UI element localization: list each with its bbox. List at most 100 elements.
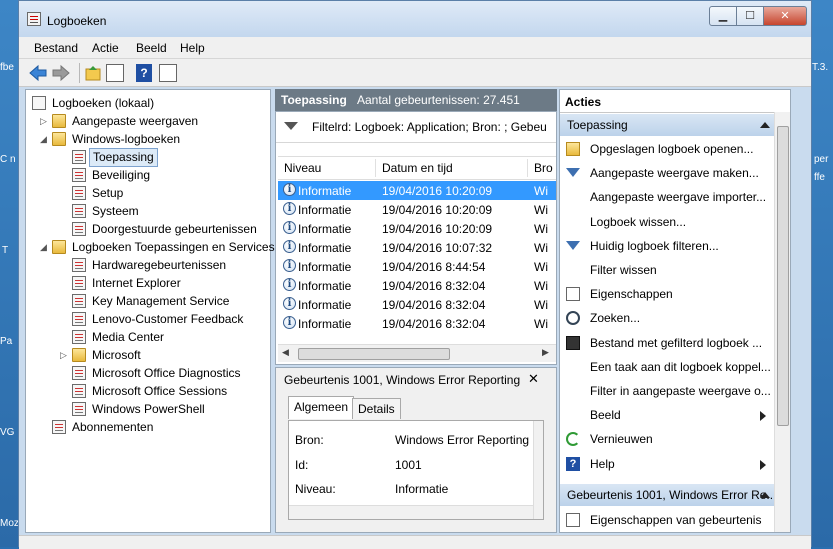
- event-grid: Niveau Datum en tijd Bro i Informatie 19/0…: [278, 156, 556, 337]
- action-item[interactable]: Aangepaste weergave maken...: [560, 162, 774, 184]
- title-bar[interactable]: Logboeken ▁ ☐ ✕: [19, 1, 811, 37]
- column-divider[interactable]: [375, 159, 376, 177]
- action-item[interactable]: Filter wissen: [560, 259, 774, 281]
- scroll-left-icon[interactable]: ◀: [282, 347, 289, 358]
- scroll-right-icon[interactable]: ▶: [542, 347, 549, 358]
- actions-section-event[interactable]: Gebeurtenis 1001, Windows Error Re...: [560, 484, 777, 506]
- cell-source: Wi: [534, 241, 548, 255]
- action-item[interactable]: Opgeslagen logboek openen...: [560, 138, 774, 160]
- collapse-icon[interactable]: [760, 122, 770, 128]
- filter-description: Filtelrd: Logboek: Application; Bron: ; …: [312, 120, 547, 134]
- action-item[interactable]: Eigenschappen: [560, 283, 774, 305]
- action-item[interactable]: Een taak aan dit logboek koppel...: [560, 356, 774, 378]
- action-item[interactable]: Zoeken...: [560, 307, 774, 329]
- actions-pane: Acties Toepassing Opgeslagen logboek ope…: [559, 89, 791, 533]
- detail-horizontal-scrollbar[interactable]: [289, 505, 533, 519]
- filter-icon: [566, 240, 580, 255]
- detail-general: Bron: Windows Error Reporting Id: 1001 N…: [288, 420, 544, 520]
- action-item[interactable]: Beeld: [560, 404, 774, 426]
- cell-level: Informatie: [298, 298, 352, 312]
- collapse-icon[interactable]: [760, 492, 770, 498]
- up-folder-icon[interactable]: [85, 64, 101, 82]
- submenu-arrow-icon: [760, 411, 766, 422]
- show-hide-tree-icon[interactable]: [106, 64, 124, 82]
- scroll-thumb[interactable]: [298, 348, 450, 360]
- table-row[interactable]: i Informatie 19/04/2016 10:20:09 Wi: [278, 181, 556, 200]
- column-niveau[interactable]: Niveau: [284, 161, 321, 175]
- log-icon: [72, 312, 86, 326]
- column-datum[interactable]: Datum en tijd: [382, 161, 453, 175]
- close-button[interactable]: ✕: [763, 6, 807, 26]
- tree-item-label: Internet Explorer: [92, 276, 181, 290]
- scroll-thumb[interactable]: [777, 126, 789, 426]
- menu-actie[interactable]: Actie: [92, 41, 119, 55]
- find-icon: [566, 311, 580, 326]
- tree-item-label: Beveiliging: [92, 168, 151, 182]
- action-item[interactable]: Vernieuwen: [560, 428, 774, 450]
- log-icon: [72, 294, 86, 308]
- table-row[interactable]: i Informatie 19/04/2016 8:32:04 Wi: [278, 276, 556, 295]
- cell-level: Informatie: [298, 241, 352, 255]
- tree-item-label: Logboeken Toepassingen en Services: [72, 240, 275, 254]
- tree-item-label: Systeem: [92, 204, 139, 218]
- table-row[interactable]: i Informatie 19/04/2016 8:32:04 Wi: [278, 314, 556, 333]
- cell-source: Wi: [534, 317, 548, 331]
- action-item[interactable]: Huidig logboek filteren...: [560, 235, 774, 257]
- tree-item-label: Toepassing: [89, 148, 158, 167]
- forward-arrow-icon[interactable]: [52, 64, 70, 82]
- column-bron[interactable]: Bro: [534, 161, 553, 175]
- expanded-arrow-icon[interactable]: ◢: [40, 239, 47, 256]
- cell-level: Informatie: [298, 203, 352, 217]
- help-icon[interactable]: ?: [136, 64, 152, 82]
- open-icon: [566, 142, 580, 156]
- section-label: Toepassing: [567, 118, 628, 132]
- cell-source: Wi: [534, 203, 548, 217]
- action-item[interactable]: Logboek wissen...: [560, 211, 774, 233]
- action-item[interactable]: Eigenschappen van gebeurtenis: [560, 509, 774, 531]
- table-row[interactable]: i Informatie 19/04/2016 8:32:04 Wi: [278, 295, 556, 314]
- actions-vertical-scrollbar[interactable]: [774, 112, 790, 532]
- menu-bestand[interactable]: Bestand: [34, 41, 78, 55]
- cell-source: Wi: [534, 260, 548, 274]
- table-row[interactable]: i Informatie 19/04/2016 10:20:09 Wi: [278, 200, 556, 219]
- expanded-arrow-icon[interactable]: ◢: [40, 131, 47, 148]
- actions-section-toepassing[interactable]: Toepassing: [560, 114, 774, 136]
- action-item[interactable]: Filter in aangepaste weergave o...: [560, 380, 774, 402]
- menu-beeld[interactable]: Beeld: [136, 41, 167, 55]
- column-divider[interactable]: [527, 159, 528, 177]
- maximize-button[interactable]: ☐: [736, 6, 764, 26]
- action-item[interactable]: Aangepaste weergave importer...: [560, 186, 774, 208]
- desktop-label: per: [814, 154, 829, 165]
- help-icon: ?: [566, 456, 580, 471]
- detail-vertical-scrollbar[interactable]: [533, 421, 543, 519]
- detail-close-icon[interactable]: ✕: [528, 371, 539, 387]
- back-arrow-icon[interactable]: [29, 64, 47, 82]
- action-item[interactable]: ? Help: [560, 453, 774, 475]
- action-item[interactable]: Bestand met gefilterd logboek ...: [560, 332, 774, 354]
- log-icon: [72, 222, 86, 236]
- horizontal-scrollbar[interactable]: ◀ ▶: [278, 344, 556, 362]
- info-icon: i: [283, 316, 296, 329]
- tab-details[interactable]: Details: [352, 398, 401, 419]
- cell-level: Informatie: [298, 279, 352, 293]
- action-label: Vernieuwen: [590, 432, 653, 447]
- table-row[interactable]: i Informatie 19/04/2016 10:07:32 Wi: [278, 238, 556, 257]
- minimize-button[interactable]: ▁: [709, 6, 737, 26]
- toolbar: ?: [19, 59, 811, 87]
- event-detail-pane: Gebeurtenis 1001, Windows Error Reportin…: [275, 367, 557, 533]
- collapsed-arrow-icon[interactable]: ▷: [40, 113, 47, 130]
- tab-algemeen[interactable]: Algemeen: [288, 396, 355, 419]
- show-hide-actions-icon[interactable]: [159, 64, 177, 82]
- collapsed-arrow-icon[interactable]: ▷: [60, 347, 67, 364]
- table-row[interactable]: i Informatie 19/04/2016 10:20:09 Wi: [278, 219, 556, 238]
- log-icon: [72, 384, 86, 398]
- desktop-label: C n: [0, 154, 16, 165]
- log-icon: [72, 168, 86, 182]
- console-tree: Logboeken (lokaal) ▷ Aangepaste weergaven ◢…: [25, 89, 275, 533]
- menu-help[interactable]: Help: [180, 41, 205, 55]
- table-row[interactable]: i Informatie 19/04/2016 8:44:54 Wi: [278, 257, 556, 276]
- info-icon: i: [283, 202, 296, 215]
- section-label: Gebeurtenis 1001, Windows Error Re...: [567, 488, 777, 502]
- action-label: Filter in aangepaste weergave o...: [590, 384, 771, 398]
- desktop-label: ffe: [814, 172, 825, 183]
